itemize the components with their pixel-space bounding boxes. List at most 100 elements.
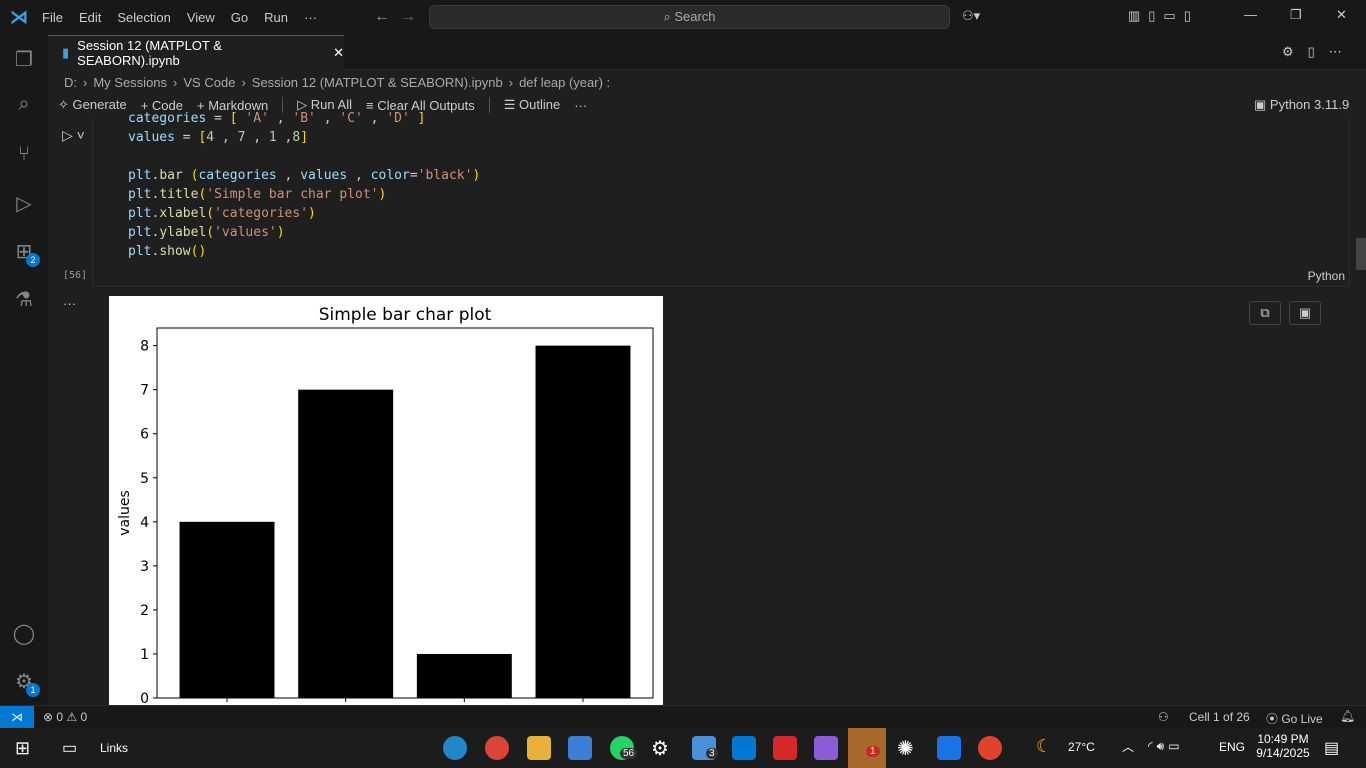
chevron-right-icon: ›	[508, 74, 514, 90]
teams-badge: 1	[866, 746, 880, 757]
maximize-icon[interactable]: ❐	[1290, 7, 1302, 23]
remote-icon[interactable]: ⋊	[0, 706, 34, 728]
breadcrumb-item[interactable]: def leap (year) :	[519, 75, 610, 90]
search-input[interactable]: ⌕ Search	[429, 5, 950, 29]
code-line: values = [4 , 7 , 1 ,8]	[128, 130, 309, 145]
tab-notebook[interactable]: ▮ Session 12 (MATPLOT & SEABORN).ipynb ✕	[48, 35, 344, 70]
forward-icon[interactable]: →	[400, 8, 416, 26]
task-view-icon[interactable]: ▭	[62, 738, 77, 758]
cell-language[interactable]: Python	[1308, 269, 1345, 283]
more-actions-button[interactable]: ···	[574, 98, 587, 113]
outline-button[interactable]: ☰ Outline	[504, 97, 560, 113]
edge-icon[interactable]	[443, 736, 467, 760]
vscode-taskbar-icon[interactable]	[732, 736, 756, 760]
code-line: categories = [ 'A' , 'B' , 'C' , 'D' ]	[128, 111, 426, 126]
chrome-icon[interactable]	[485, 736, 509, 760]
layout-icons[interactable]: ▥▯▭▯	[1128, 8, 1199, 24]
source-control-icon[interactable]: ⑂	[12, 143, 36, 167]
settings-badge: 1	[26, 683, 40, 697]
breadcrumb-item[interactable]: My Sessions	[93, 75, 167, 90]
app-badge: 3	[706, 748, 718, 759]
warning-count: 0	[80, 710, 88, 724]
activity-bar: ❐ ⌕ ⑂ ▷ ⊞ 2 ⚗ ◯ ⚙ 1	[0, 35, 48, 705]
outline-label: Outline	[519, 97, 561, 112]
chevron-right-icon: ›	[173, 74, 178, 90]
execution-count: [56]	[63, 270, 88, 281]
copy-output-button[interactable]: ⧉	[1249, 301, 1281, 325]
output-more-button[interactable]: ···	[63, 296, 76, 311]
tray-chevron-icon[interactable]: ︿	[1122, 738, 1134, 755]
title-bar: ⋊ File Edit Selection View Go Run ··· ← → ⌕ Se…	[0, 0, 1366, 35]
y-tick-label: 5	[140, 471, 149, 487]
editor-actions-icons[interactable]: ⚙▯⋯	[1282, 44, 1356, 60]
kernel-label: Python 3.11.9	[1269, 97, 1350, 112]
run-all-label: Run All	[310, 97, 352, 112]
y-tick-label: 3	[140, 559, 149, 575]
settings-icon[interactable]: ⚙	[651, 736, 669, 761]
start-icon[interactable]: ⊞	[15, 738, 30, 759]
explorer-icon[interactable]: ❐	[12, 47, 36, 71]
snipping-icon[interactable]	[978, 736, 1002, 760]
tab-label: Session 12 (MATPLOT & SEABORN).ipynb	[77, 38, 222, 68]
go-live-button[interactable]: ⦿ Go Live	[1266, 710, 1323, 727]
date: 9/14/2025	[1256, 746, 1310, 760]
editor-tabs: ▮ Session 12 (MATPLOT & SEABORN).ipynb ✕…	[48, 35, 1366, 70]
problems-indicator[interactable]: ⊗ 0 ⚠ 0	[43, 710, 87, 724]
copilot-status-icon[interactable]: ⚇	[1158, 710, 1169, 724]
code-line: plt.xlabel('categories')	[128, 206, 316, 221]
back-icon[interactable]: ←	[374, 8, 390, 26]
code-line: plt.title('Simple bar char plot')	[128, 187, 387, 202]
chart-title: Simple bar char plot	[319, 305, 492, 325]
notifications-icon[interactable]: 🔔︎	[1340, 709, 1355, 723]
notification-center-icon[interactable]: ▤	[1324, 738, 1339, 758]
visual-studio-icon[interactable]	[814, 736, 838, 760]
breadcrumb-item[interactable]: D:	[64, 75, 77, 90]
generate-button[interactable]: ✧ Generate	[58, 97, 127, 113]
links-toolbar[interactable]: Links	[100, 741, 128, 755]
code-cell[interactable]: categories = [ 'A' , 'B' , 'C' , 'D' ] v…	[92, 111, 1350, 287]
cell-indicator[interactable]: Cell 1 of 26	[1189, 710, 1250, 724]
wps-icon[interactable]	[773, 736, 797, 760]
menu-item[interactable]: ···	[296, 10, 325, 25]
breadcrumb-item[interactable]: Session 12 (MATPLOT & SEABORN).ipynb	[252, 75, 503, 90]
bar-B	[298, 389, 394, 698]
go-live-label: Go Live	[1281, 712, 1323, 726]
run-cell-icon[interactable]: ▷ ˅	[62, 127, 85, 144]
y-tick-label: 7	[140, 383, 149, 399]
temperature[interactable]: 27°C	[1068, 740, 1095, 754]
store-icon[interactable]	[568, 736, 592, 760]
search-icon[interactable]: ⌕	[12, 93, 36, 117]
menu-item[interactable]: Go	[223, 10, 256, 25]
file-explorer-icon[interactable]	[527, 736, 551, 760]
copilot-icon[interactable]: ⚇▾	[962, 8, 980, 24]
run-debug-icon[interactable]: ▷	[12, 191, 36, 215]
menu-item[interactable]: File	[34, 10, 71, 25]
menu-item[interactable]: Run	[256, 10, 296, 25]
bar-C	[416, 653, 512, 698]
vscode-logo-icon: ⋊	[10, 7, 28, 27]
bar-chart: 012345678ABCDSimple bar char plotvaluesc…	[117, 305, 654, 705]
save-output-button[interactable]: ▣	[1289, 301, 1321, 325]
menu-item[interactable]: View	[179, 10, 223, 25]
chatgpt-icon[interactable]: ✺	[897, 736, 914, 761]
menu-item[interactable]: Edit	[71, 10, 109, 25]
close-tab-icon[interactable]: ✕	[333, 45, 344, 61]
testing-icon[interactable]: ⚗	[12, 287, 36, 311]
menu-item[interactable]: Selection	[109, 10, 178, 25]
bar-D	[535, 345, 631, 698]
clock[interactable]: 10:49 PM 9/14/2025	[1256, 732, 1310, 760]
kernel-picker[interactable]: ▣ Python 3.11.9	[1254, 97, 1349, 113]
y-tick-label: 2	[140, 603, 149, 619]
y-tick-label: 4	[140, 515, 149, 531]
minimize-icon[interactable]: —	[1244, 7, 1257, 22]
tray-icons[interactable]: ◜🔊︎▭	[1148, 739, 1184, 754]
language-indicator[interactable]: ENG	[1219, 740, 1245, 754]
app-icon-2[interactable]	[937, 736, 961, 760]
account-icon[interactable]: ◯	[12, 621, 36, 645]
scrollbar-thumb[interactable]	[1356, 238, 1366, 270]
search-placeholder: Search	[674, 9, 716, 24]
close-window-icon[interactable]: ✕	[1336, 7, 1347, 23]
breadcrumb-item[interactable]: VS Code	[183, 75, 235, 90]
divider	[488, 97, 490, 113]
windows-taskbar: ⊞ ▭ Links 56 ⚙ 3 1 ✺ ☾ 27°C ︿ ◜🔊︎▭ ENG 1…	[0, 728, 1366, 768]
